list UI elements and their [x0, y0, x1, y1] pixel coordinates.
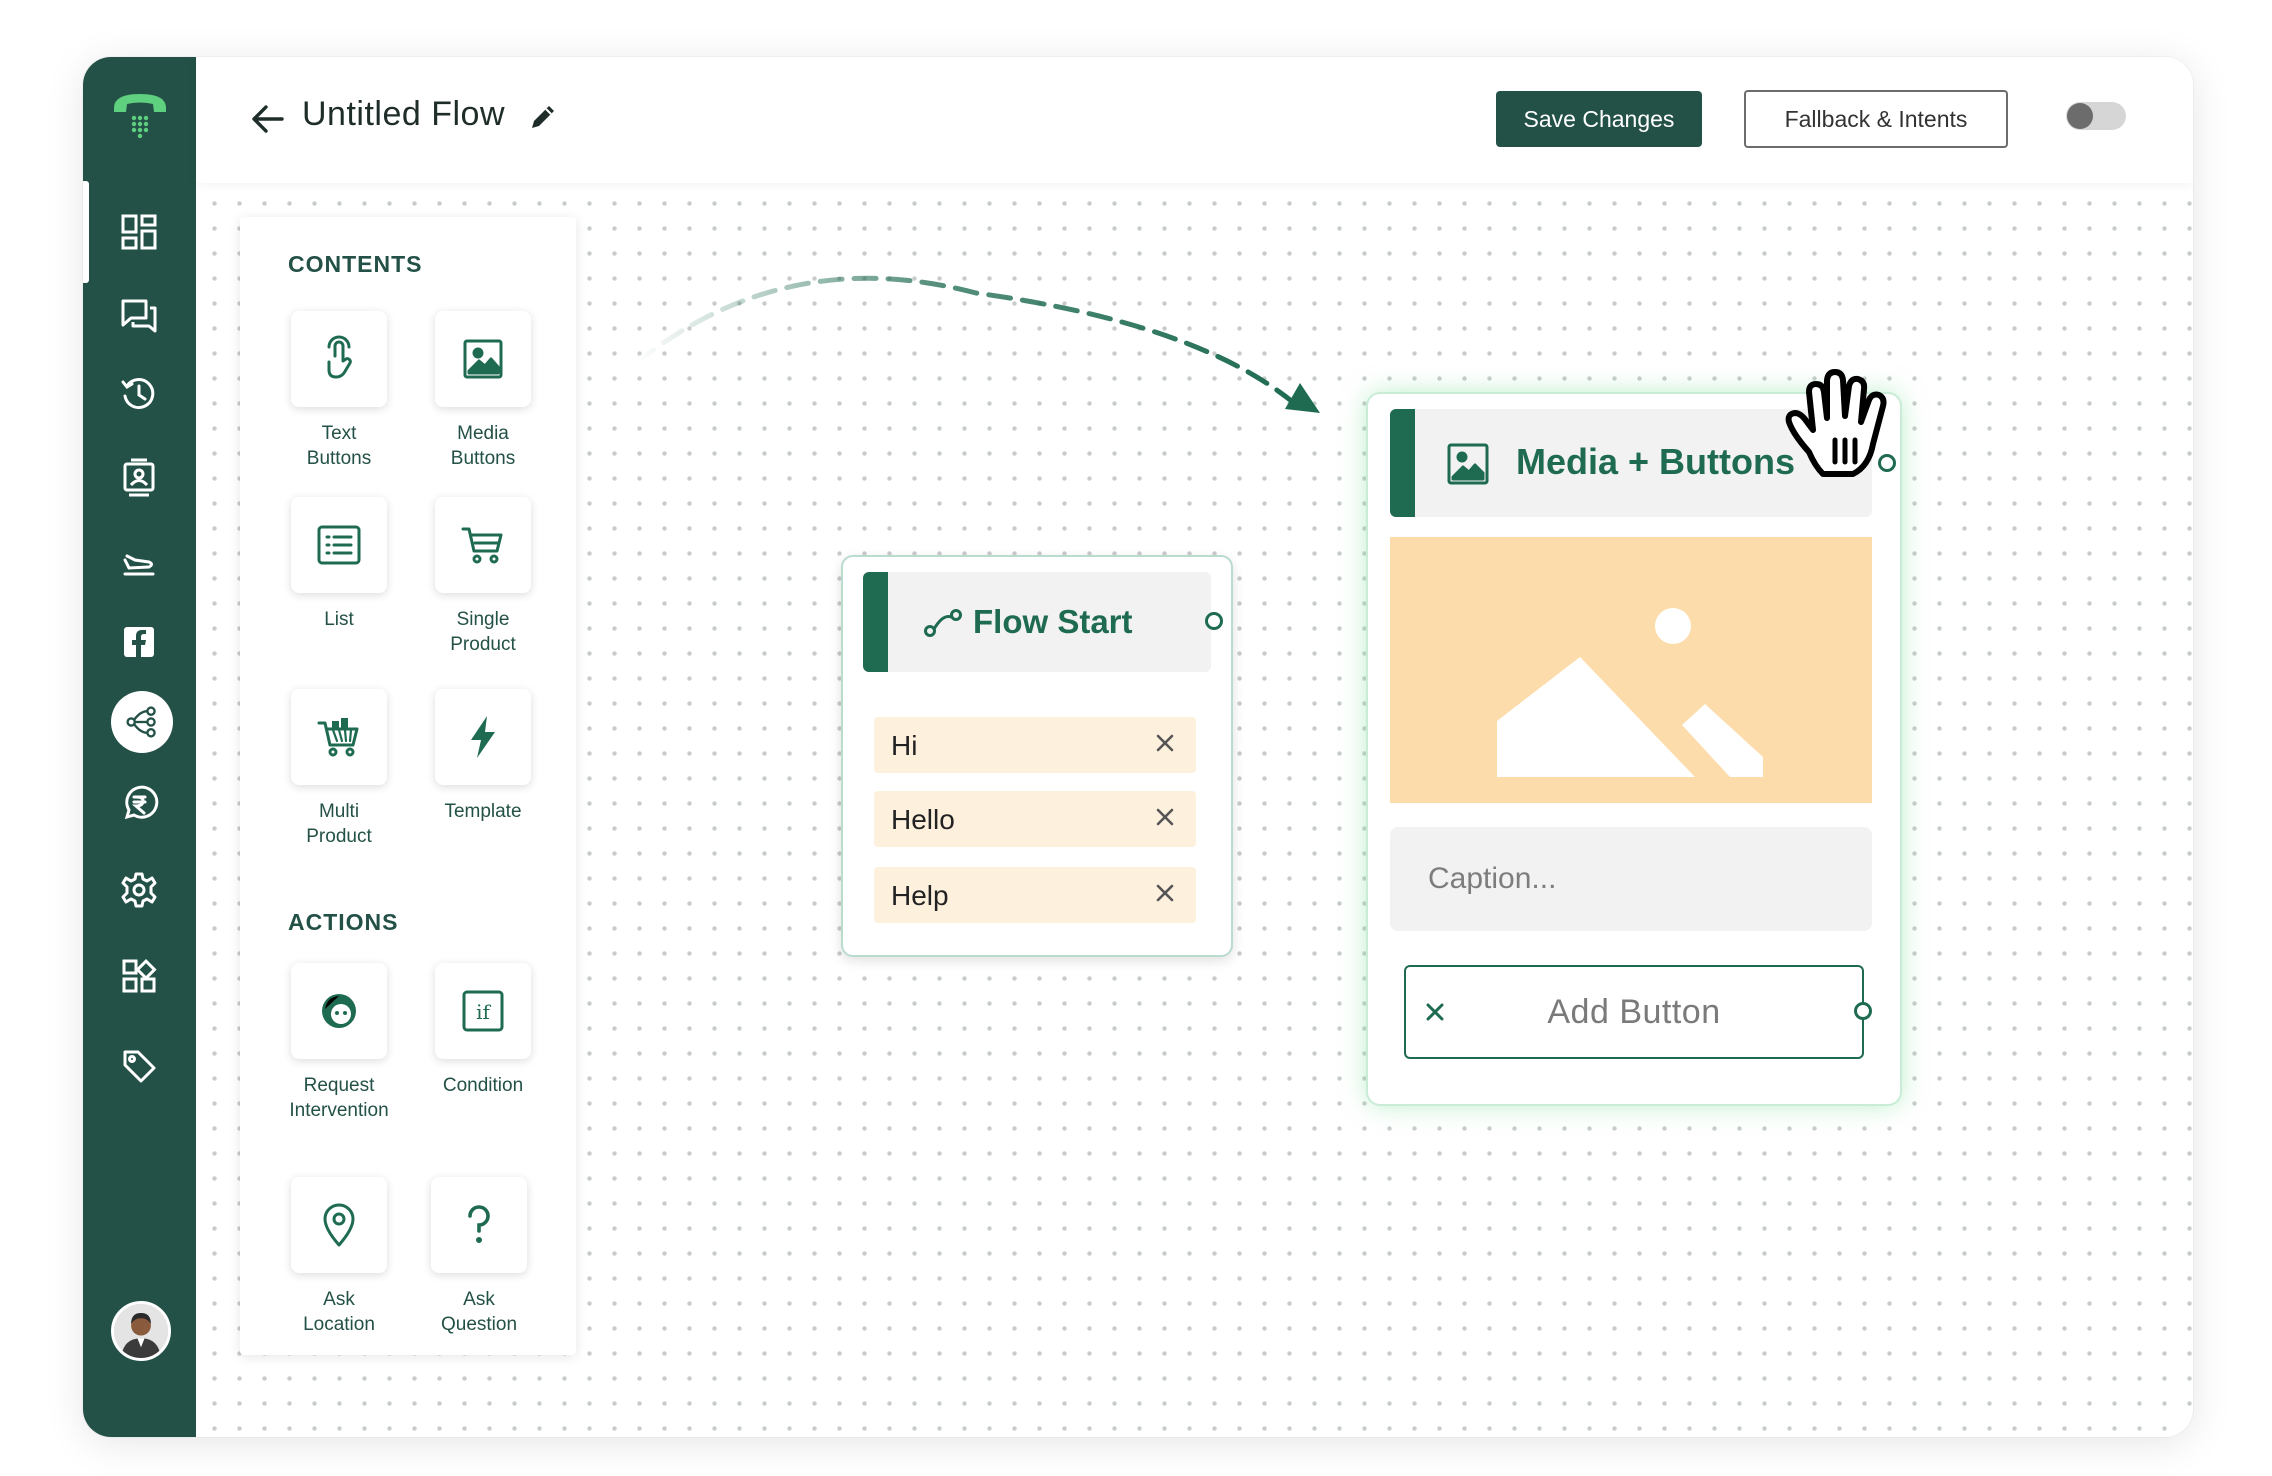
- chat-bubbles-icon[interactable]: [116, 293, 162, 339]
- apps-icon[interactable]: [116, 953, 162, 999]
- flow-start-output-port[interactable]: [1205, 612, 1223, 630]
- sidebar: [83, 57, 196, 1437]
- flow-start-header[interactable]: Flow Start: [863, 572, 1211, 672]
- media-node-title: Media + Buttons: [1516, 441, 1796, 482]
- tap-finger-icon[interactable]: [291, 311, 387, 407]
- tool-ask-location[interactable]: Ask Location: [264, 1177, 414, 1337]
- keyword-text: Help: [891, 880, 949, 911]
- keyword-chip[interactable]: Help: [874, 867, 1196, 923]
- add-button[interactable]: Add Button: [1404, 965, 1864, 1059]
- avatar[interactable]: [111, 1301, 171, 1361]
- media-buttons-node[interactable]: Media + Buttons Add Button: [1368, 394, 1900, 1104]
- add-button-output-port[interactable]: [1854, 1002, 1872, 1020]
- lightning-icon[interactable]: [435, 689, 531, 785]
- tool-label: Multi Product: [306, 801, 372, 847]
- save-changes-button[interactable]: Save Changes: [1496, 91, 1702, 147]
- tool-multi-product[interactable]: Multi Product: [264, 689, 414, 849]
- page-title[interactable]: Untitled Flow: [302, 95, 505, 134]
- tool-label: Template: [444, 801, 522, 822]
- image-icon: [1447, 443, 1489, 485]
- contact-card-icon[interactable]: [116, 455, 162, 501]
- gear-icon[interactable]: [116, 867, 162, 913]
- facebook-icon[interactable]: [116, 619, 162, 665]
- flow-active-toggle[interactable]: [2066, 102, 2126, 130]
- remove-keyword-icon[interactable]: [1150, 728, 1180, 758]
- keyword-text: Hi: [891, 730, 918, 761]
- location-pin-icon[interactable]: [291, 1177, 387, 1273]
- tool-label: Ask Question: [440, 1289, 518, 1335]
- hand-cursor-icon: [1785, 369, 1887, 477]
- node-palette: CONTENTS Text Buttons Media Buttons List…: [240, 217, 576, 1355]
- tool-text-buttons[interactable]: Text Buttons: [264, 311, 414, 471]
- flow-start-node[interactable]: Flow Start Hi Hello Help: [841, 555, 1233, 957]
- tool-label: Ask Location: [303, 1289, 375, 1335]
- fallback-intents-button[interactable]: Fallback & Intents: [1744, 90, 2008, 148]
- back-arrow-icon[interactable]: [248, 99, 288, 139]
- tool-template[interactable]: Template: [408, 689, 558, 824]
- caption-input[interactable]: [1390, 827, 1872, 931]
- tool-condition[interactable]: if Condition: [408, 963, 558, 1098]
- toggle-knob: [2067, 103, 2093, 129]
- tool-label: Single Product: [450, 609, 516, 655]
- flow-canvas[interactable]: CONTENTS Text Buttons Media Buttons List…: [196, 183, 2193, 1437]
- actions-section-title: ACTIONS: [288, 909, 399, 935]
- tool-request-intervention[interactable]: Request Intervention: [264, 963, 414, 1123]
- tool-label: List: [324, 609, 354, 630]
- active-indicator: [83, 181, 89, 283]
- agent-face-icon[interactable]: [291, 963, 387, 1059]
- node-accent: [863, 572, 888, 672]
- tag-icon[interactable]: [116, 1043, 162, 1089]
- node-accent: [1390, 409, 1415, 517]
- media-upload-area[interactable]: [1390, 537, 1872, 803]
- if-condition-icon[interactable]: if: [435, 963, 531, 1059]
- image-icon[interactable]: [435, 311, 531, 407]
- dashboard-grid-icon[interactable]: [116, 209, 162, 255]
- keyword-chip[interactable]: Hi: [874, 717, 1196, 773]
- flow-start-title: Flow Start: [973, 603, 1133, 640]
- phone-logo-icon[interactable]: [110, 82, 170, 142]
- cart-icon[interactable]: [435, 497, 531, 593]
- flow-nodes-icon[interactable]: [111, 691, 173, 753]
- rupee-chat-icon[interactable]: [116, 781, 162, 827]
- send-plane-icon[interactable]: [116, 541, 162, 587]
- contents-section-title: CONTENTS: [288, 251, 423, 277]
- list-icon[interactable]: [291, 497, 387, 593]
- top-header: Untitled Flow Save Changes Fallback & In…: [196, 57, 2193, 183]
- pencil-edit-icon[interactable]: [526, 100, 560, 134]
- image-placeholder-icon: [1497, 608, 1763, 777]
- add-button-label: Add Button: [1547, 993, 1721, 1031]
- question-mark-icon[interactable]: [431, 1177, 527, 1273]
- svg-text:if: if: [476, 1000, 491, 1024]
- keyword-text: Hello: [891, 804, 955, 835]
- keyword-chip[interactable]: Hello: [874, 791, 1196, 847]
- remove-keyword-icon[interactable]: [1150, 802, 1180, 832]
- tool-label: Request Intervention: [289, 1075, 389, 1121]
- flow-link-icon: [924, 609, 962, 637]
- tool-media-buttons[interactable]: Media Buttons: [408, 311, 558, 471]
- tool-single-product[interactable]: Single Product: [408, 497, 558, 657]
- tool-label: Media Buttons: [450, 423, 516, 469]
- remove-keyword-icon[interactable]: [1150, 878, 1180, 908]
- full-cart-icon[interactable]: [291, 689, 387, 785]
- tool-ask-question[interactable]: Ask Question: [404, 1177, 554, 1337]
- tool-label: Condition: [442, 1075, 524, 1096]
- history-clock-icon[interactable]: [116, 371, 162, 417]
- app-window: Untitled Flow Save Changes Fallback & In…: [83, 57, 2193, 1437]
- tool-list[interactable]: List: [264, 497, 414, 632]
- tool-label: Text Buttons: [306, 423, 372, 469]
